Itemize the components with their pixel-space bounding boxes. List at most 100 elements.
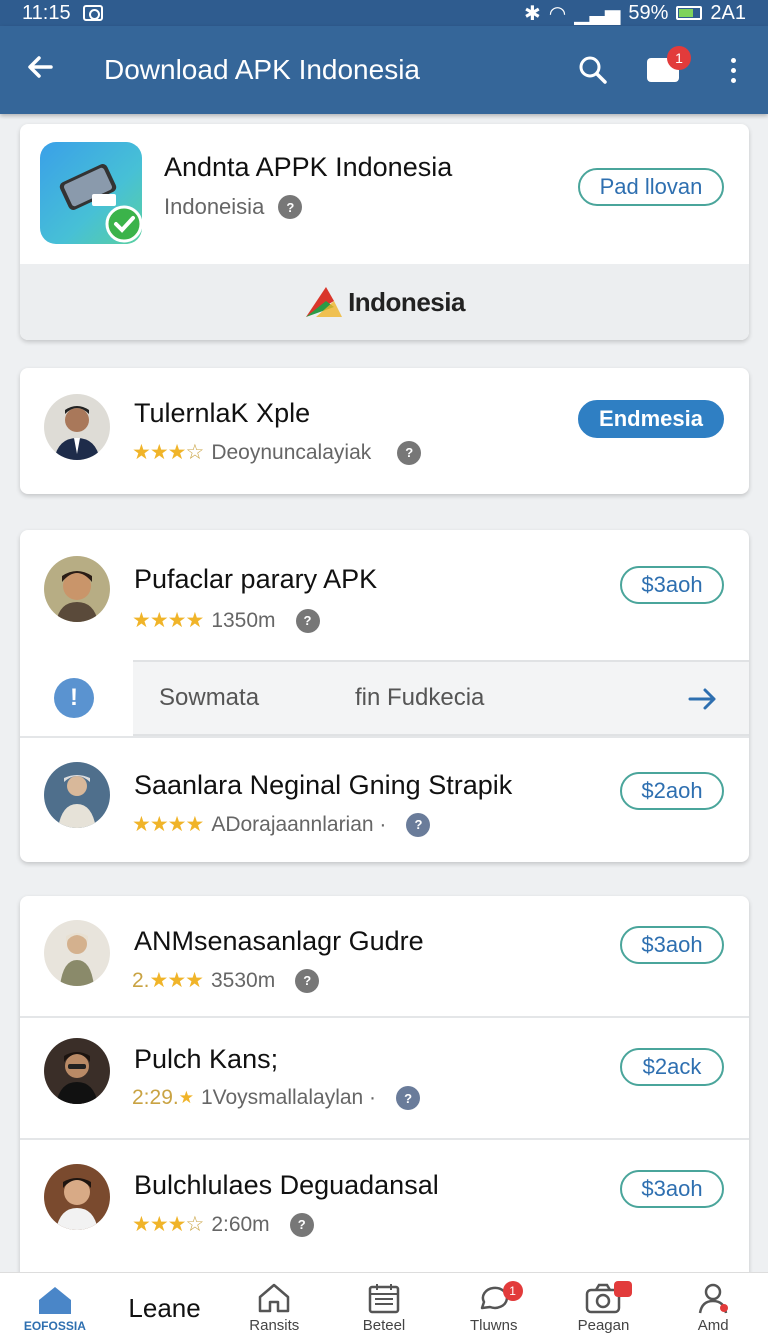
install-button-label: 2aoh [653,778,703,803]
inline-bar-right-text: fin Fudkecia [355,684,485,711]
star-rating: ★★★☆ [132,1213,204,1236]
avatar [44,1038,110,1104]
battery-icon [676,6,703,20]
item-meta-text: 1Voysmallalaylan · [200,1086,377,1109]
install-button[interactable]: $ 3aoh [620,1170,724,1208]
status-time: 11:15 [22,1,71,24]
item-meta: ★★★☆ 2:60m ? [132,1212,314,1237]
banner-text: Indonesia [348,286,465,317]
inline-bar-left-text: Sowmata [159,684,260,711]
nav-label: Beteel [362,1317,406,1334]
nav-label: Ransits [249,1317,300,1334]
screenshot-icon [82,5,103,21]
item-meta: ★★★☆ Deoynuncalayiak ? [132,440,422,465]
featured-app-card[interactable]: Andnta APPK Indonesia Indoneisia ? Pad l… [20,124,749,340]
arrow-right-icon [688,688,716,710]
nav-item-ransits[interactable]: Ransits [219,1273,329,1344]
item-name: Saanlara Neginal Gning Strapik [134,770,513,800]
star-rating: ★ [178,1088,194,1107]
install-button[interactable]: Endmesia [578,400,724,438]
nav-label: Tluwns [469,1317,518,1334]
featured-action-button[interactable]: Pad llovan [578,168,724,206]
nav-item-home[interactable]: EOFOSSIA [0,1273,110,1344]
download-arrows-icon: $ [641,932,654,957]
page-title: Download APK Indonesia [104,54,420,85]
app-group-card-1: Pufaclar parary APK ★★★★ 1350m ? $ 3aoh … [20,530,749,862]
info-icon: ? [295,608,320,633]
nav-item-beteel[interactable]: Beteel [329,1273,439,1344]
list-item[interactable]: Bulchlulaes Deguadansal ★★★☆ 2:60m ? $ 3… [20,1140,749,1270]
item-name: ANMsenasanlagr Gudre [134,926,424,956]
nav-label: Peagan [577,1317,630,1334]
install-button-label: 3aoh [653,1176,703,1201]
install-button-label: 2ack [654,1054,702,1079]
list-item[interactable]: ANMsenasanlagr Gudre 2. ★★★ 3530m ? $ 3a… [20,896,749,1016]
install-button[interactable]: $ 3aoh [620,566,724,604]
back-button[interactable] [0,49,80,91]
rating-prefix: 2:29. [132,1086,179,1109]
bluetooth-icon: ✱ [524,2,541,25]
info-icon: ? [295,968,320,993]
app-bar: Download APK Indonesia 1 [0,26,768,114]
inline-bar[interactable]: Sowmata fin Fudkecia [133,660,749,736]
overflow-menu-button[interactable] [698,57,768,83]
avatar [44,1164,110,1230]
featured-banner[interactable]: Indonesia [20,264,749,340]
star-rating: ★★★★ [132,813,204,836]
star-rating: ★★★★ [132,609,204,632]
item-name: Bulchlulaes Deguadansal [134,1170,439,1200]
house-outline-icon [259,1283,290,1313]
status-bar: 11:15 ✱ ◠ ▁▃▅ 59% 2A1 [0,0,768,26]
nav-badge: 1 [502,1281,523,1301]
featured-app-name: Andnta APPK Indonesia [164,152,453,182]
item-name: Pulch Kans; [134,1044,279,1074]
featured-app-subtitle: Indoneisia [164,194,265,219]
notification-badge: 1 [667,46,691,70]
nav-badge [614,1281,633,1297]
download-arrows-icon: $ [641,1176,654,1201]
item-meta-text: ADorajaannlarian · [211,812,387,836]
arrow-left-icon [28,56,53,78]
inline-info-row[interactable]: ! Sowmata fin Fudkecia [20,660,749,736]
item-name: TulernlaK Xple [134,398,311,428]
install-button[interactable]: $ 2aoh [620,772,724,810]
home-icon [38,1286,71,1314]
list-item[interactable]: Saanlara Neginal Gning Strapik ★★★★ ADor… [20,736,749,862]
list-item[interactable]: TulernlaK Xple ★★★☆ Deoynuncalayiak ? En… [20,368,749,494]
download-arrows-icon: $ [642,1054,655,1079]
search-icon [579,56,607,84]
nav-item-amd[interactable]: Amd [658,1273,768,1344]
nav-item-tluwns[interactable]: 1 Tluwns [439,1273,549,1344]
info-icon: ? [397,440,422,465]
signal-icon: ▁▃▅ [574,2,621,25]
nav-label: Amd [697,1317,729,1334]
app-card-single[interactable]: TulernlaK Xple ★★★☆ Deoynuncalayiak ? En… [20,368,749,494]
floating-label-slot: Leane [110,1273,220,1344]
divider [20,736,749,738]
item-meta-text: 1350m [211,608,276,632]
wifi-icon: ◠ [548,2,567,25]
search-button[interactable] [558,54,628,86]
alert-icon: ! [54,678,94,718]
profile-icon [698,1283,729,1314]
bottom-navigation: EOFOSSIA Leane Ransits Beteel 1 Tluwns P… [0,1272,768,1344]
network-label: 2A1 [710,1,746,24]
list-item[interactable]: Pufaclar parary APK ★★★★ 1350m ? $ 3aoh [20,530,749,660]
item-meta-text: 3530m [211,968,276,992]
floating-label: Leane [128,1293,201,1323]
list-item[interactable]: Pulch Kans; 2:29. ★ 1Voysmallalaylan · ?… [20,1018,749,1138]
nav-item-peagan[interactable]: Peagan [549,1273,659,1344]
item-name: Pufaclar parary APK [134,564,378,594]
app-group-card-2: ANMsenasanlagr Gudre 2. ★★★ 3530m ? $ 3a… [20,896,749,1286]
nav-label: EOFOSSIA [23,1318,86,1333]
info-icon: ? [396,1086,421,1110]
notifications-button[interactable]: 1 [628,46,698,82]
install-button[interactable]: $ 3aoh [620,926,724,964]
avatar [44,394,110,460]
star-rating: ★★★☆ [132,441,204,464]
battery-percent: 59% [628,1,669,24]
install-button[interactable]: $ 2ack [620,1048,724,1086]
avatar [44,556,110,622]
more-vert-icon [730,57,736,83]
install-button-label: 3aoh [653,572,703,597]
